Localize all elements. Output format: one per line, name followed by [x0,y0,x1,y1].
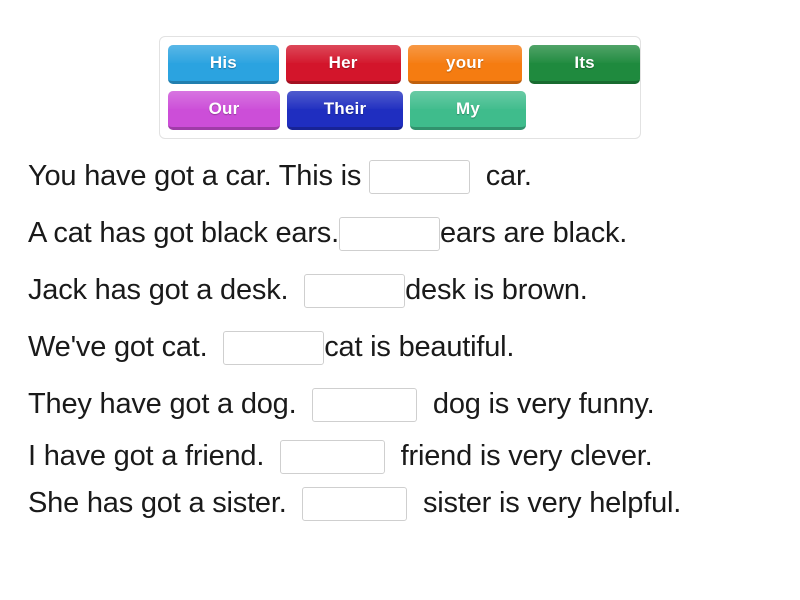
sentence-row-5: They have got a dog. dog is very funny. [28,376,788,433]
word-tile-his[interactable]: His [168,45,279,84]
answer-blank-6[interactable] [279,439,385,474]
sentence-row-6: I have got a friend. friend is very clev… [28,433,788,480]
sentence-text-after-2: ears are black. [439,217,628,249]
word-bank-panel: His Her your Its Our Their My [159,36,641,139]
answer-blank-1[interactable] [369,159,471,194]
word-tile-their[interactable]: Their [287,91,403,130]
sentence-row-3: Jack has got a desk. desk is brown. [28,262,788,319]
sentence-text-after-4: cat is beautiful. [324,331,515,363]
sentence-text-after-1: car. [470,160,532,192]
sentence-list: You have got a car. This is car. A cat h… [28,148,788,527]
sentence-row-2: A cat has got black ears. ears are black… [28,205,788,262]
sentence-text-before-3: Jack has got a desk. [28,274,305,306]
sentence-row-1: You have got a car. This is car. [28,148,788,205]
sentence-text-before-7: She has got a sister. [28,487,303,519]
sentence-text-before-1: You have got a car. This is [28,160,370,192]
sentence-text-before-2: A cat has got black ears. [28,217,339,249]
answer-blank-5[interactable] [312,387,418,422]
word-tile-her[interactable]: Her [285,45,401,84]
sentence-text-after-7: sister is very helpful. [407,487,682,519]
worksheet-page: { "wordbank": { "rows": [ [ { "label": "… [0,0,800,600]
word-tile-my[interactable]: My [410,91,526,130]
sentence-row-7: She has got a sister. sister is very hel… [28,480,788,527]
answer-blank-4[interactable] [223,330,325,365]
answer-blank-7[interactable] [302,486,408,521]
sentence-text-before-6: I have got a friend. [28,440,280,472]
sentence-text-before-5: They have got a dog. [28,388,313,420]
word-tile-our[interactable]: Our [168,91,280,130]
word-tile-its[interactable]: Its [529,45,640,84]
sentence-text-before-4: We've got cat. [28,331,224,363]
word-tile-your[interactable]: your [407,45,523,84]
word-bank-row-1: His Her your Its [168,45,640,84]
word-bank-row-2: Our Their My [168,91,640,130]
sentence-text-after-6: friend is very clever. [384,440,653,472]
answer-blank-2[interactable] [338,216,440,251]
sentence-text-after-3: desk is brown. [405,274,588,306]
answer-blank-3[interactable] [304,273,406,308]
sentence-text-after-5: dog is very funny. [417,388,655,420]
sentence-row-4: We've got cat. cat is beautiful. [28,319,788,376]
